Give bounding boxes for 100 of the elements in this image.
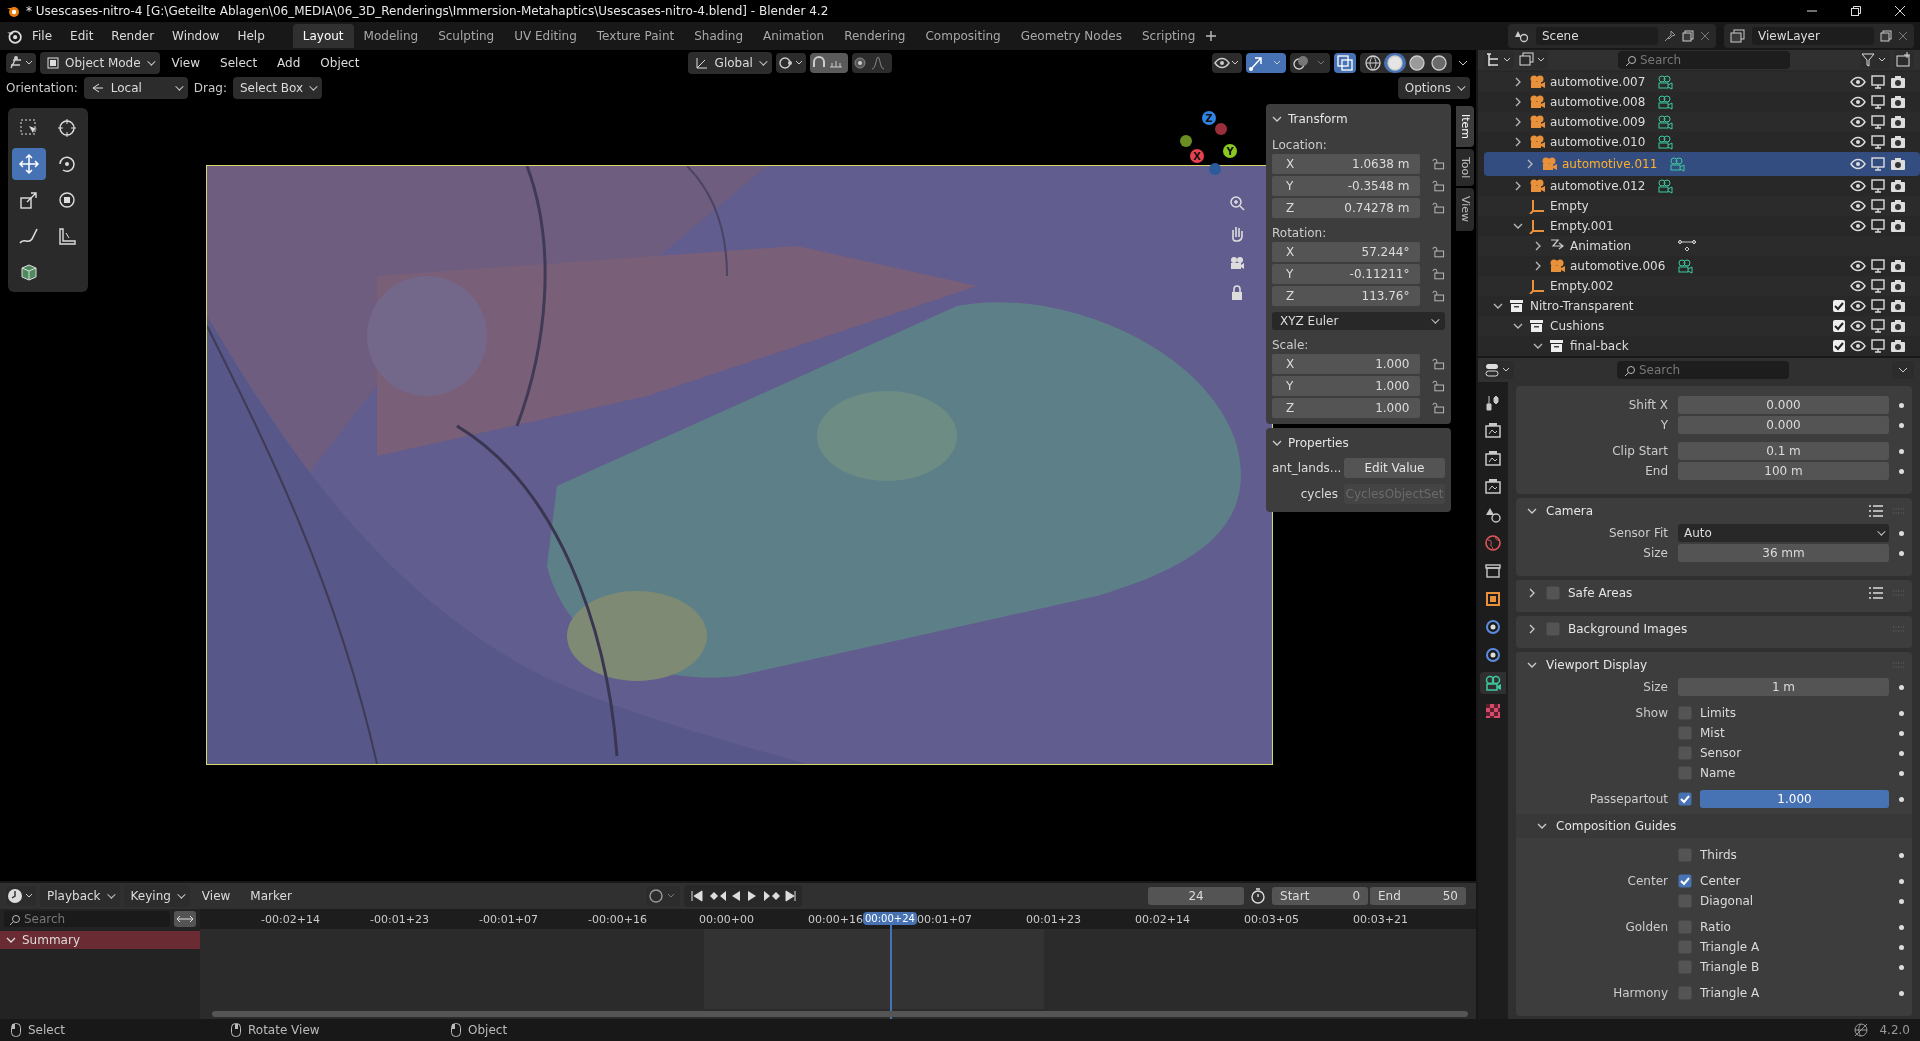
axis-handle[interactable]: Z: [1202, 111, 1216, 125]
number-field[interactable]: Z 1.000: [1272, 398, 1420, 418]
panel-title[interactable]: Background Images: [1568, 622, 1688, 636]
view-layer-icon[interactable]: [1518, 51, 1548, 69]
list-icon[interactable]: [1868, 504, 1884, 518]
monitor-icon[interactable]: [1870, 95, 1886, 109]
monitor-icon[interactable]: [1870, 199, 1886, 213]
eye-icon[interactable]: [1850, 179, 1866, 193]
eye-icon[interactable]: [1850, 339, 1866, 353]
monitor-icon[interactable]: [1870, 339, 1886, 353]
current-frame-field[interactable]: 24: [1148, 887, 1244, 905]
swap-icon[interactable]: [174, 911, 196, 927]
outliner-row[interactable]: automotive.011: [1484, 152, 1920, 176]
axis-handle[interactable]: [1209, 163, 1221, 175]
menu-item[interactable]: View: [163, 53, 209, 73]
panel-title[interactable]: Viewport Display: [1546, 658, 1648, 672]
eye-icon[interactable]: [1850, 299, 1866, 313]
eye-icon[interactable]: [1850, 135, 1866, 149]
blender-logo-icon[interactable]: [6, 28, 22, 44]
copy-icon[interactable]: [1880, 30, 1892, 42]
number-field[interactable]: 0.000: [1678, 396, 1889, 414]
wireframe-shading-icon[interactable]: [1362, 53, 1384, 73]
scene-selector[interactable]: Scene: [1508, 24, 1716, 48]
render-camera-icon[interactable]: [1890, 115, 1906, 129]
number-field[interactable]: X 1.0638 m: [1272, 154, 1420, 174]
menu-dropdown[interactable]: Playback: [40, 885, 120, 907]
monitor-icon[interactable]: [1870, 219, 1886, 233]
chevron-icon[interactable]: [6, 935, 16, 945]
workspace-tab[interactable]: Modeling: [353, 24, 429, 48]
maximize-icon[interactable]: [1850, 5, 1862, 17]
checkbox-label[interactable]: Center: [1700, 874, 1741, 888]
render-camera-icon[interactable]: [1890, 339, 1906, 353]
item-name[interactable]: Empty: [1550, 199, 1648, 213]
keyframe-dot-icon[interactable]: [1899, 796, 1904, 802]
item-name[interactable]: Cushions: [1550, 319, 1648, 333]
solid-shading-icon[interactable]: [1384, 53, 1406, 73]
transform-orientation-dropdown[interactable]: Global: [687, 52, 772, 74]
number-field[interactable]: X 1.000: [1272, 354, 1420, 374]
view-layer-icon[interactable]: [1730, 29, 1746, 43]
monitor-icon[interactable]: [1870, 75, 1886, 89]
current-time-badge[interactable]: 00:00+24: [863, 912, 917, 925]
axis-handle[interactable]: [1180, 135, 1192, 147]
checkbox[interactable]: [1678, 874, 1692, 888]
lock-icon[interactable]: [1431, 380, 1445, 392]
monitor-icon[interactable]: [1870, 319, 1886, 333]
overlays-icon[interactable]: [1290, 53, 1330, 73]
outliner-row[interactable]: final-back: [1478, 336, 1920, 356]
menu-item[interactable]: View: [193, 886, 239, 906]
keyframe-dot-icon[interactable]: [1899, 730, 1904, 736]
checkbox-label[interactable]: Sensor: [1700, 746, 1742, 760]
lock-icon[interactable]: [1431, 180, 1445, 192]
checkbox-label[interactable]: Limits: [1700, 706, 1736, 720]
keyframe-dot-icon[interactable]: [1899, 684, 1904, 690]
eye-icon[interactable]: [1850, 115, 1866, 129]
render-camera-icon[interactable]: [1890, 279, 1906, 293]
number-field[interactable]: 0.000: [1678, 416, 1889, 434]
panel-title[interactable]: Properties: [1288, 436, 1349, 450]
keyframe-dot-icon[interactable]: [1899, 924, 1904, 930]
monitor-icon[interactable]: [1870, 299, 1886, 313]
sidebar-tab[interactable]: View: [1456, 188, 1474, 231]
scene-name-field[interactable]: Scene: [1536, 27, 1658, 45]
monitor-icon[interactable]: [1870, 157, 1886, 171]
checkbox-label[interactable]: Triangle A: [1700, 986, 1760, 1000]
lock-icon[interactable]: [1431, 268, 1445, 280]
checkbox-label[interactable]: Thirds: [1700, 848, 1737, 862]
item-name[interactable]: Nitro-Transparent: [1530, 299, 1634, 313]
item-name[interactable]: automotive.011: [1562, 157, 1660, 171]
orientation-dropdown[interactable]: Local: [83, 77, 188, 99]
slider[interactable]: 1.000: [1700, 790, 1889, 808]
editor-type-icon[interactable]: [1484, 361, 1514, 379]
lock-icon[interactable]: [1431, 202, 1445, 214]
search-field[interactable]: Search: [1617, 361, 1789, 379]
move-tool-icon[interactable]: [12, 148, 46, 180]
number-field[interactable]: Y -0.3548 m: [1272, 176, 1420, 196]
number-field[interactable]: Y 1.000: [1272, 376, 1420, 396]
checkbox-label[interactable]: Triangle B: [1700, 960, 1760, 974]
render-camera-icon[interactable]: [1890, 135, 1906, 149]
checkbox[interactable]: [1832, 299, 1846, 313]
monitor-icon[interactable]: [1870, 115, 1886, 129]
number-field[interactable]: Y -0.11211°: [1272, 264, 1420, 284]
monitor-icon[interactable]: [1870, 179, 1886, 193]
item-name[interactable]: automotive.007: [1550, 75, 1648, 89]
keyframe-dot-icon[interactable]: [1899, 898, 1904, 904]
snap-icon[interactable]: [809, 53, 848, 73]
record-icon[interactable]: [645, 886, 680, 906]
add-icon[interactable]: [1205, 30, 1218, 42]
subpanel-title[interactable]: Composition Guides: [1556, 819, 1677, 833]
eye-icon[interactable]: [1850, 259, 1866, 273]
axis-handle[interactable]: [1215, 123, 1227, 135]
rendered-shading-icon[interactable]: [1428, 53, 1450, 73]
checkbox-label[interactable]: Triangle A: [1700, 940, 1760, 954]
eye-icon[interactable]: [1850, 219, 1866, 233]
monitor-icon[interactable]: [1870, 135, 1886, 149]
chevron-icon[interactable]: [1272, 114, 1282, 124]
stopwatch-icon[interactable]: [1248, 887, 1268, 905]
number-field[interactable]: 1 m: [1678, 678, 1889, 696]
outliner-row[interactable]: automotive.010: [1478, 132, 1920, 152]
search-field[interactable]: Search: [4, 911, 170, 927]
menu-item[interactable]: Help: [229, 26, 273, 46]
view-layer-selector[interactable]: ViewLayer: [1724, 24, 1914, 48]
